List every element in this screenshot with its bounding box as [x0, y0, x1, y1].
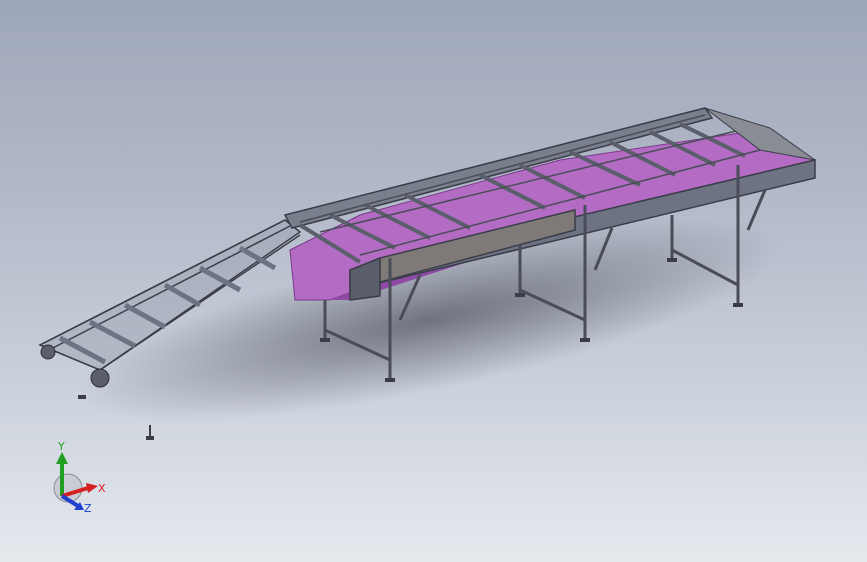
3d-viewport[interactable] [0, 0, 867, 562]
x-axis-label: X [98, 482, 106, 495]
z-axis-label: Z [84, 502, 92, 515]
y-axis-label: Y [57, 440, 65, 453]
conveyor-model[interactable] [0, 0, 867, 562]
axis-triad: Y X Z [40, 440, 110, 520]
end-drum-left [40, 344, 56, 360]
end-drum [90, 368, 110, 388]
